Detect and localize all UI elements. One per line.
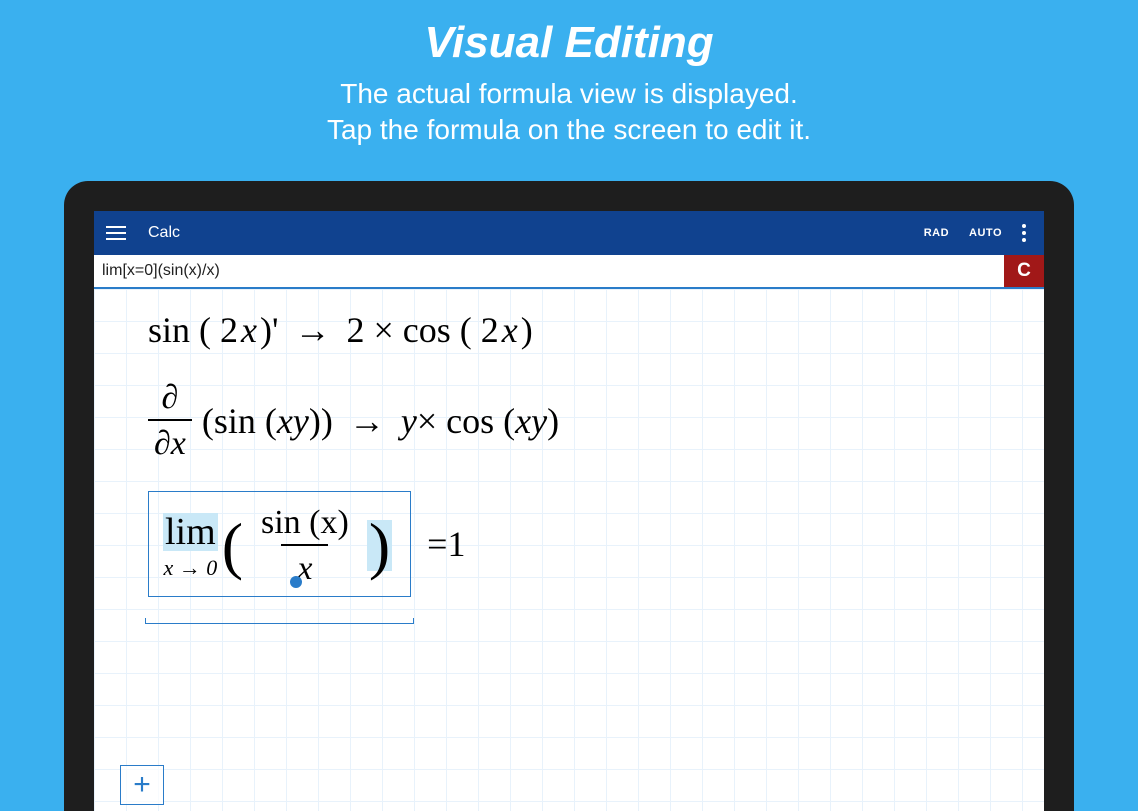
- paren-close: ): [367, 520, 392, 571]
- fraction: sin (x) x: [253, 506, 357, 586]
- limit-operator: lim x → 0: [163, 513, 218, 579]
- arrow-icon: →: [294, 309, 330, 351]
- paren-open: (: [222, 520, 243, 571]
- cursor-handle-icon[interactable]: [290, 576, 302, 588]
- equation-row-3[interactable]: lim x → 0 ( sin (x) x ) = 1: [118, 491, 1020, 597]
- workspace[interactable]: sin ( 2 x )' → 2 × cos ( 2 x ) ∂ ∂x (sin…: [94, 289, 1044, 811]
- equation-row-1[interactable]: sin ( 2 x )' → 2 × cos ( 2 x ): [118, 309, 1020, 351]
- app-title: Calc: [148, 224, 180, 242]
- eq1-left-end: )': [260, 309, 278, 351]
- auto-mode-button[interactable]: AUTO: [969, 227, 1002, 239]
- eq2-right-end: ): [547, 400, 559, 442]
- arrow-icon: →: [349, 400, 385, 442]
- eq2-body-end: )): [309, 400, 333, 442]
- eq1-right-end: ): [521, 309, 533, 351]
- eq1-right: 2 × cos ( 2: [346, 309, 498, 351]
- eq2-right-var: xy: [515, 400, 547, 442]
- eq2-right: y: [401, 400, 417, 442]
- partial-derivative: ∂ ∂x: [148, 379, 192, 463]
- eq3-equals: =: [427, 523, 447, 565]
- formula-input[interactable]: lim[x=0](sin(x)/x): [94, 255, 1004, 287]
- eq3-result: 1: [447, 523, 465, 565]
- clear-button[interactable]: C: [1004, 255, 1044, 287]
- menu-icon[interactable]: [102, 219, 130, 247]
- equation-row-2[interactable]: ∂ ∂x (sin ( xy )) → y × cos ( xy ): [118, 379, 1020, 463]
- promo-subtitle: The actual formula view is displayed. Ta…: [0, 76, 1138, 149]
- eq2-body-var: xy: [277, 400, 309, 442]
- eq1-left: sin ( 2: [148, 309, 238, 351]
- eq2-body: (sin (: [202, 400, 277, 442]
- add-equation-button[interactable]: +: [120, 765, 164, 805]
- angle-mode-button[interactable]: RAD: [924, 227, 949, 239]
- app-screen: Calc RAD AUTO lim[x=0](sin(x)/x) C sin (…: [94, 211, 1044, 811]
- app-bar: Calc RAD AUTO: [94, 211, 1044, 255]
- more-icon[interactable]: [1012, 220, 1036, 246]
- tablet-frame: Calc RAD AUTO lim[x=0](sin(x)/x) C sin (…: [64, 181, 1074, 811]
- selected-formula[interactable]: lim x → 0 ( sin (x) x ): [148, 491, 411, 597]
- eq2-right-op: × cos (: [417, 400, 515, 442]
- formula-input-row: lim[x=0](sin(x)/x) C: [94, 255, 1044, 289]
- promo-title: Visual Editing: [0, 18, 1138, 68]
- eq1-left-var: x: [241, 309, 257, 351]
- eq1-right-var: x: [502, 309, 518, 351]
